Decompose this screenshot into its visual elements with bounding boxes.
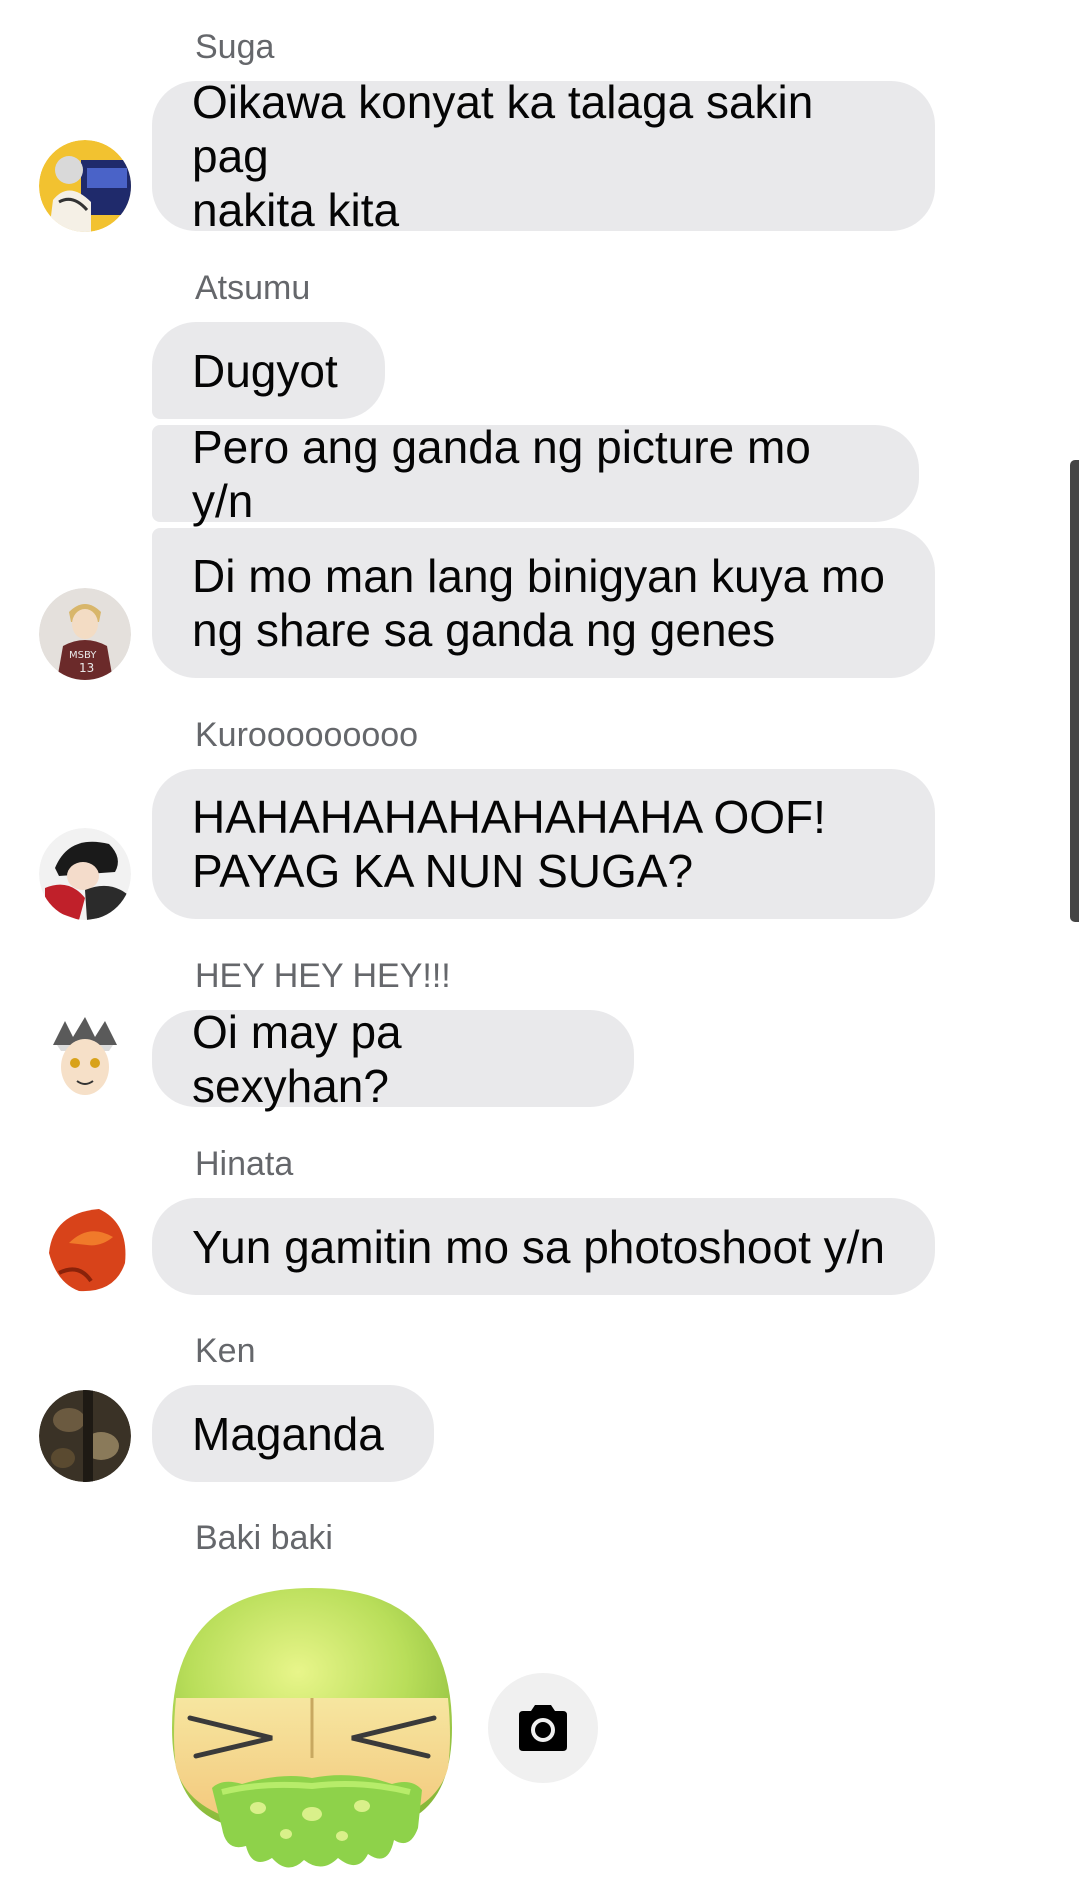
- suga-avatar[interactable]: [39, 140, 131, 232]
- hinata-avatar[interactable]: [39, 1203, 131, 1295]
- sender-name-ken: Ken: [195, 1332, 256, 1370]
- message-bubble[interactable]: Maganda: [152, 1385, 434, 1482]
- vomiting-face-sticker[interactable]: [162, 1578, 462, 1878]
- message-bubble[interactable]: Oi may pa sexyhan?: [152, 1006, 634, 1112]
- scrollbar[interactable]: [1070, 460, 1079, 922]
- sender-name-hinata: Hinata: [195, 1145, 294, 1183]
- message-bubble[interactable]: Yun gamitin mo sa photoshoot y/n: [152, 1198, 935, 1295]
- sender-name-atsumu: Atsumu: [195, 269, 311, 307]
- sender-name-kuroo: Kurooooooooo: [195, 716, 419, 754]
- sender-name-bokuto: HEY HEY HEY!!!: [195, 957, 451, 995]
- svg-text:13: 13: [79, 661, 94, 675]
- message-bubble[interactable]: HAHAHAHAHAHAHAHA OOF! PAYAG KA NUN SUGA?: [152, 769, 935, 919]
- message-bubble[interactable]: Pero ang ganda ng picture mo y/n: [152, 421, 919, 527]
- atsumu-avatar[interactable]: MSBY 13: [39, 588, 131, 680]
- bokuto-avatar[interactable]: [39, 1015, 131, 1107]
- camera-button[interactable]: [488, 1673, 598, 1783]
- kuroo-avatar[interactable]: [39, 828, 131, 920]
- sender-name-suga: Suga: [195, 28, 275, 66]
- message-bubble[interactable]: Dugyot: [152, 322, 385, 419]
- sender-name-baki-baki: Baki baki: [195, 1519, 333, 1557]
- camera-icon: [519, 1705, 567, 1751]
- ken-avatar[interactable]: [39, 1390, 131, 1482]
- message-bubble[interactable]: Oikawa konyat ka talaga sakin pag nakita…: [152, 76, 935, 236]
- chat-thread: Suga Oikawa konyat ka talaga sakin pag n…: [0, 0, 1079, 1884]
- svg-text:MSBY: MSBY: [69, 650, 97, 661]
- message-bubble[interactable]: Di mo man lang binigyan kuya mo ng share…: [152, 528, 935, 678]
